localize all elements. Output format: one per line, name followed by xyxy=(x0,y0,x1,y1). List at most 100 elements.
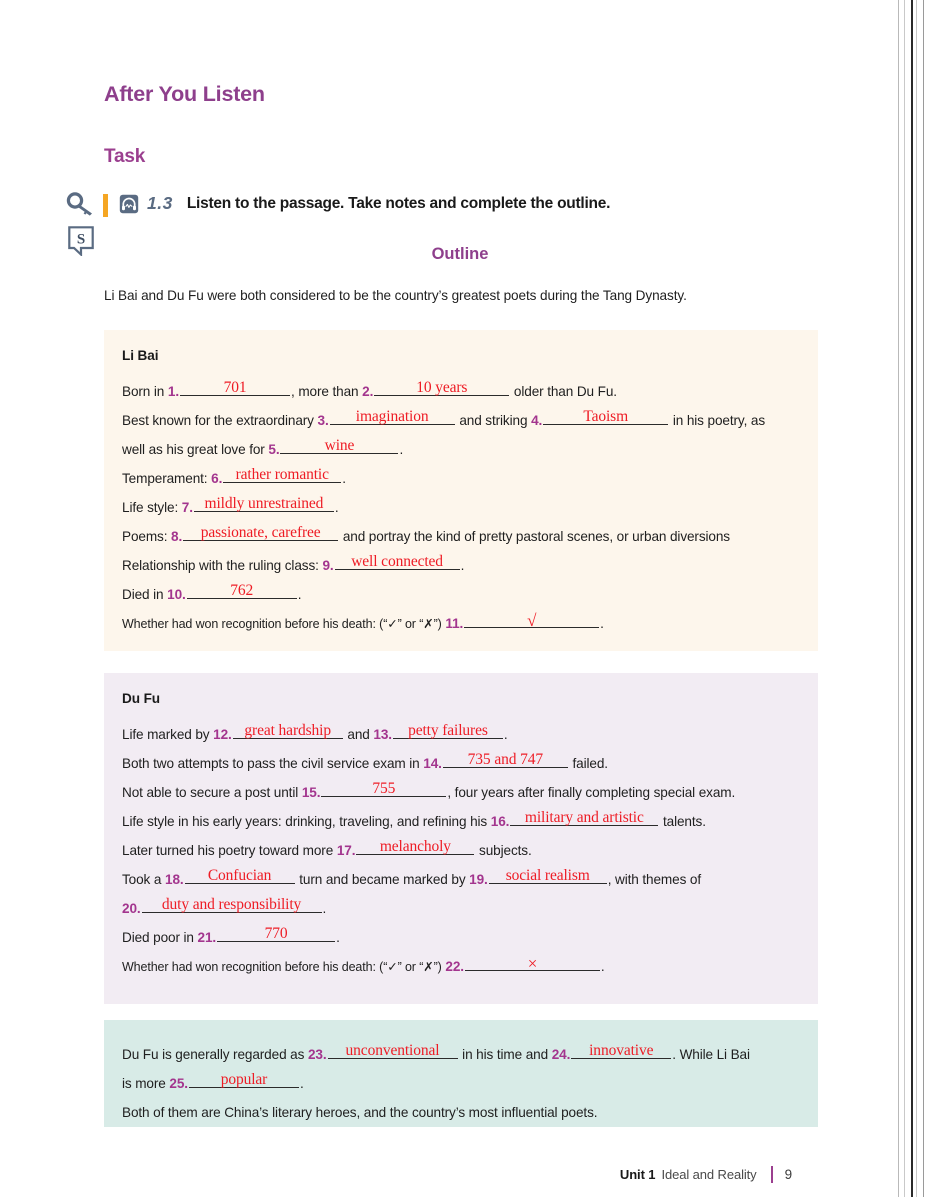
key-icon xyxy=(66,192,96,216)
libai-line-5: Life style: 7. mildly unrestrained. xyxy=(122,493,800,522)
footer-subtitle: Ideal and Reality xyxy=(661,1167,757,1182)
task-instruction-row: 1.3 Listen to the passage. Take notes an… xyxy=(119,193,610,214)
text: Du Fu is generally regarded as xyxy=(122,1047,305,1062)
text: Whether had won recognition before his d… xyxy=(122,617,442,631)
blank-number-2: 2. xyxy=(362,384,374,399)
answer-8: passionate, carefree xyxy=(200,524,321,541)
headphone-icon xyxy=(119,194,139,214)
libai-line-6: Poems: 8. passionate, carefree and portra… xyxy=(122,522,800,551)
blank-number-8: 8. xyxy=(171,529,183,544)
blank-3[interactable]: imagination xyxy=(329,408,455,425)
answer-17: melancholy xyxy=(379,838,451,855)
summary-line-3: Both of them are China’s literary heroes… xyxy=(122,1105,598,1120)
answer-7: mildly unrestrained xyxy=(204,495,324,512)
text: , four years after finally completing sp… xyxy=(447,785,736,800)
dufu-line-2: Both two attempts to pass the civil serv… xyxy=(122,749,800,778)
blank-21[interactable]: 770 xyxy=(217,926,336,942)
answer-24: innovative xyxy=(589,1042,654,1059)
answer-15: 755 xyxy=(372,780,396,797)
text: talents. xyxy=(663,814,706,829)
text: Both two attempts to pass the civil serv… xyxy=(122,756,420,771)
text: Temperament: xyxy=(122,471,208,486)
blank-17[interactable]: melancholy xyxy=(356,838,475,855)
dufu-line-7: 20. duty and responsibility. xyxy=(122,894,800,923)
text: . xyxy=(322,901,327,916)
blank-number-16: 16. xyxy=(490,814,510,829)
text: . While Li Bai xyxy=(672,1047,750,1062)
blank-number-21: 21. xyxy=(197,930,217,945)
page-footer: Unit 1 Ideal and Reality 9 xyxy=(620,1166,792,1183)
page-edge-line-2 xyxy=(904,0,905,1197)
text: in his time and xyxy=(462,1047,549,1062)
answer-10: 762 xyxy=(230,582,254,599)
page-title: After You Listen xyxy=(104,82,265,106)
answer-3: imagination xyxy=(355,408,429,425)
text: , more than xyxy=(291,384,359,399)
libai-line-4: Temperament: 6. rather romantic. xyxy=(122,464,800,493)
blank-22[interactable]: × xyxy=(464,955,600,972)
blank-20[interactable]: duty and responsibility xyxy=(141,896,322,913)
answer-20: duty and responsibility xyxy=(161,896,302,913)
blank-15[interactable]: 755 xyxy=(321,780,447,797)
blank-12[interactable]: great hardship xyxy=(232,723,343,739)
libai-line-2: Best known for the extraordinary 3. imagi… xyxy=(122,406,800,435)
page-edge-line-3 xyxy=(911,0,913,1197)
text: Later turned his poetry toward more xyxy=(122,843,334,858)
libai-line-8: Died in 10. 762. xyxy=(122,580,800,609)
blank-number-18: 18. xyxy=(165,872,184,887)
blank-5[interactable]: wine xyxy=(280,438,399,454)
text: . xyxy=(336,930,340,945)
text: and striking xyxy=(459,413,528,428)
blank-6[interactable]: rather romantic xyxy=(223,466,342,483)
outline-heading-label: Outline xyxy=(431,245,489,263)
libai-line-9: Whether had won recognition before his d… xyxy=(122,609,800,639)
text: . xyxy=(297,587,302,602)
blank-number-13: 13. xyxy=(373,727,392,742)
blank-1[interactable]: 701 xyxy=(180,380,291,396)
text: older than Du Fu. xyxy=(513,384,617,399)
blank-10[interactable]: 762 xyxy=(186,582,297,599)
blank-11[interactable]: √ xyxy=(464,612,600,629)
blank-13[interactable]: petty failures xyxy=(392,722,503,739)
blank-25[interactable]: popular xyxy=(188,1072,299,1088)
libai-box: Li Bai Born in 1. 701 , more than 2. 10 yea… xyxy=(104,330,818,651)
blank-9[interactable]: well connected xyxy=(334,554,460,570)
blank-2[interactable]: 10 years xyxy=(374,380,510,396)
blank-number-12: 12. xyxy=(213,727,232,742)
page-sheet: After You Listen Task S 1.3 Listen to th… xyxy=(0,0,896,1197)
blank-number-5: 5. xyxy=(268,442,280,457)
blank-24[interactable]: innovative xyxy=(571,1042,672,1059)
libai-line-1: Born in 1. 701 , more than 2. 10 years olde… xyxy=(122,377,800,406)
dufu-line-8: Died poor in 21. 770. xyxy=(122,923,800,952)
text: Whether had won recognition before his d… xyxy=(122,960,442,974)
answer-6: rather romantic xyxy=(235,466,329,483)
blank-8[interactable]: passionate, carefree xyxy=(183,524,339,541)
text: Life style: xyxy=(122,500,179,515)
blank-19[interactable]: social realism xyxy=(488,868,607,884)
text: in his poetry, as xyxy=(672,413,765,428)
task-instruction-text: Listen to the passage. Take notes and co… xyxy=(186,194,611,212)
blank-number-7: 7. xyxy=(181,500,193,515)
blank-number-10: 10. xyxy=(167,587,186,602)
blank-4[interactable]: Taoism xyxy=(543,409,669,425)
text: Not able to secure a post until xyxy=(122,785,299,800)
blank-number-6: 6. xyxy=(211,471,223,486)
text: well as his great love for xyxy=(122,442,265,457)
text: and portray the kind of pretty pastoral … xyxy=(342,529,730,544)
answer-13: petty failures xyxy=(408,722,488,739)
blank-7[interactable]: mildly unrestrained xyxy=(193,495,334,512)
answer-18: Confucian xyxy=(207,867,272,884)
text: , with themes of xyxy=(607,872,701,887)
dufu-title: Du Fu xyxy=(122,691,161,706)
dufu-line-5: Later turned his poetry toward more 17. m… xyxy=(122,836,800,865)
answer-16: military and artistic xyxy=(524,809,644,826)
blank-number-9: 9. xyxy=(322,558,334,573)
blank-number-14: 14. xyxy=(423,756,442,771)
page-edge-line-4 xyxy=(916,0,917,1197)
blank-16[interactable]: military and artistic xyxy=(510,809,659,826)
libai-line-3: well as his great love for 5. wine. xyxy=(122,435,800,464)
blank-23[interactable]: unconventional xyxy=(327,1043,458,1059)
blank-18[interactable]: Confucian xyxy=(184,867,295,884)
blank-14[interactable]: 735 and 747 xyxy=(442,752,568,768)
footer-unit: Unit 1 xyxy=(619,1167,656,1182)
